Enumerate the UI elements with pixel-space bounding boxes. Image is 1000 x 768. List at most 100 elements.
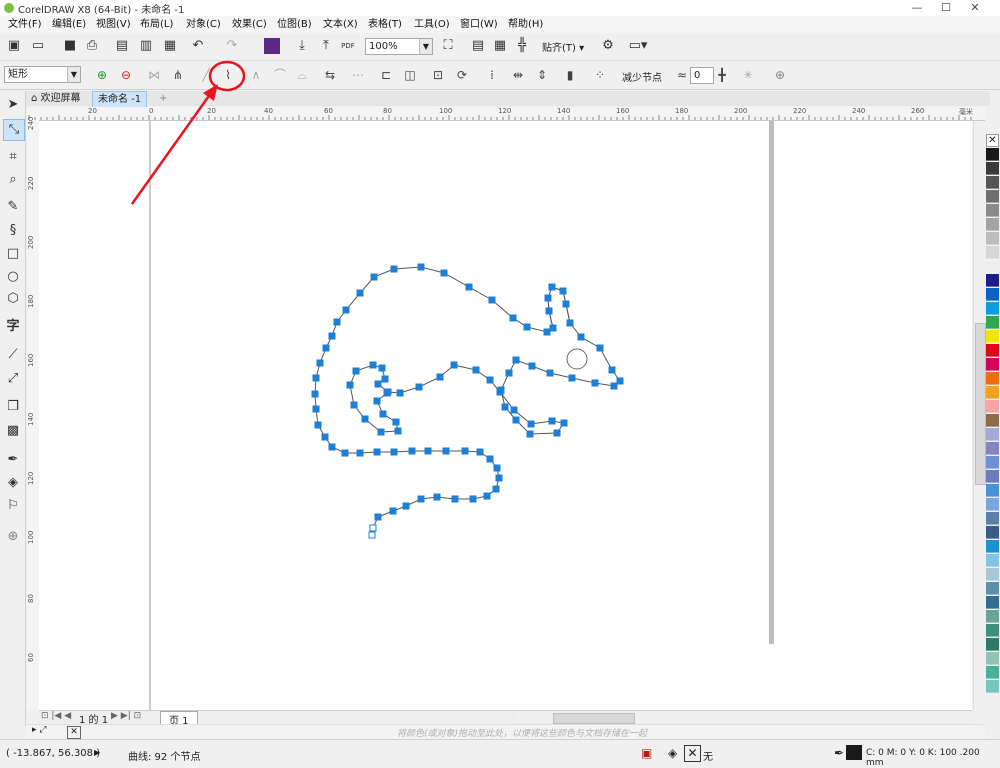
rat-eye-circle[interactable] [566, 348, 588, 370]
menu-view[interactable]: 视图(V) [96, 17, 131, 32]
curve-node[interactable] [543, 328, 551, 336]
scroll-thumb[interactable] [553, 713, 635, 724]
tab-welcome-screen[interactable]: ⌂ 欢迎屏幕 [26, 91, 86, 106]
horizontal-scrollbar[interactable] [515, 713, 970, 724]
curve-node[interactable] [312, 405, 320, 413]
curve-node[interactable] [510, 406, 518, 414]
drawing-canvas[interactable] [39, 121, 972, 710]
palette-swatch[interactable] [986, 372, 999, 385]
palette-swatch[interactable] [986, 162, 999, 175]
smoothness-slider-icon[interactable]: ╋ [712, 65, 732, 85]
curve-node[interactable] [544, 294, 552, 302]
curve-node[interactable] [616, 377, 624, 385]
menu-window[interactable]: 窗口(W) [460, 17, 498, 32]
cusp-node-icon[interactable]: ∧ [246, 65, 266, 85]
palette-swatch[interactable] [986, 358, 999, 371]
curve-node[interactable] [465, 283, 473, 291]
next-page-icon[interactable]: ▶ ▶| ⊡ [111, 711, 141, 721]
curve-node[interactable] [560, 419, 568, 427]
curve-node[interactable] [341, 449, 349, 457]
palette-swatch[interactable] [986, 400, 999, 413]
curve-node[interactable] [577, 333, 585, 341]
curve-node[interactable] [321, 433, 329, 441]
smooth-node-icon[interactable]: ⌒ [270, 65, 290, 85]
curve-node[interactable] [505, 369, 513, 377]
open-folder-icon[interactable]: ▭ [28, 36, 48, 56]
polygon-tool-icon[interactable]: ⬡ [3, 289, 23, 309]
curve-node[interactable] [328, 443, 336, 451]
curve-node[interactable] [381, 375, 389, 383]
color-proofing-icon[interactable]: ▣ [641, 746, 652, 760]
curve-node[interactable] [492, 485, 500, 493]
curve-node[interactable] [568, 374, 576, 382]
menu-layout[interactable]: 布局(L) [140, 17, 173, 32]
curve-node[interactable] [383, 389, 391, 397]
palette-arrow-icon[interactable]: ▸ ⤢ [32, 725, 47, 735]
parallel-dimension-icon[interactable]: ⟋ [3, 345, 23, 365]
first-page-icon[interactable]: ⊡ |◀ ◀ [41, 711, 71, 721]
curve-node[interactable] [368, 531, 376, 539]
palette-swatch[interactable] [986, 260, 999, 273]
palette-swatch[interactable] [986, 176, 999, 189]
curve-node[interactable] [548, 417, 556, 425]
interactive-fill-icon[interactable]: ◈ [3, 473, 23, 493]
ellipse-tool-icon[interactable]: ○ [3, 267, 23, 287]
menu-effects[interactable]: 效果(C) [232, 17, 267, 32]
curve-node[interactable] [562, 300, 570, 308]
eyedropper-tool-icon[interactable]: ✒ [3, 450, 23, 470]
curve-node[interactable] [450, 361, 458, 369]
extend-curve-icon[interactable]: ⋯ [348, 65, 368, 85]
curve-node[interactable] [356, 449, 364, 457]
menu-object[interactable]: 对象(C) [186, 17, 221, 32]
undo-icon[interactable]: ↶ [188, 36, 208, 56]
palette-swatch[interactable] [986, 610, 999, 623]
palette-swatch[interactable] [986, 428, 999, 441]
copy-icon[interactable]: ▥ [136, 36, 156, 56]
rat-curve[interactable] [314, 266, 621, 536]
curve-node[interactable] [352, 367, 360, 375]
curve-node[interactable] [512, 356, 520, 364]
curve-node[interactable] [408, 447, 416, 455]
curve-node[interactable] [394, 427, 402, 435]
transparency-tool-icon[interactable]: ▩ [3, 421, 23, 441]
palette-swatch[interactable] [986, 218, 999, 231]
curve-node[interactable] [378, 364, 386, 372]
drop-shadow-icon[interactable]: ❐ [3, 397, 23, 417]
curve-node[interactable] [361, 415, 369, 423]
curve-node[interactable] [553, 429, 561, 437]
menu-tools[interactable]: 工具(O) [414, 17, 450, 32]
curve-node[interactable] [314, 421, 322, 429]
curve-node[interactable] [548, 283, 556, 291]
select-all-nodes-icon[interactable]: ⁘ [590, 65, 610, 85]
curve-node[interactable] [608, 366, 616, 374]
palette-swatch[interactable] [986, 456, 999, 469]
curve-node[interactable] [545, 307, 553, 315]
palette-swatch[interactable] [986, 512, 999, 525]
stretch-nodes-icon[interactable]: ⊡ [428, 65, 448, 85]
palette-swatch[interactable] [986, 638, 999, 651]
palette-swatch[interactable] [986, 246, 999, 259]
curve-node[interactable] [342, 306, 350, 314]
curve-node[interactable] [390, 265, 398, 273]
palette-swatch[interactable] [986, 414, 999, 427]
curve-node[interactable] [469, 495, 477, 503]
palette-swatch[interactable] [986, 596, 999, 609]
curve-node[interactable] [369, 524, 377, 532]
curve-node[interactable] [356, 289, 364, 297]
selection-mode-select[interactable]: 矩形 ▼ [4, 66, 81, 83]
curve-node[interactable] [493, 464, 501, 472]
palette-swatch[interactable] [986, 442, 999, 455]
export-icon[interactable]: ⤒ [316, 36, 336, 56]
curve-node[interactable] [392, 418, 400, 426]
curve-node[interactable] [373, 448, 381, 456]
reduce-nodes-button[interactable]: 减少节点 [622, 69, 662, 84]
artistic-media-icon[interactable]: § [3, 221, 23, 241]
menu-text[interactable]: 文本(X) [323, 17, 358, 32]
palette-swatch[interactable] [986, 568, 999, 581]
close-button[interactable]: ✕ [962, 0, 988, 16]
curve-node[interactable] [316, 359, 324, 367]
palette-swatch[interactable] [986, 498, 999, 511]
minimize-button[interactable]: — [904, 0, 930, 16]
curve-node[interactable] [417, 495, 425, 503]
curve-node[interactable] [566, 319, 574, 327]
